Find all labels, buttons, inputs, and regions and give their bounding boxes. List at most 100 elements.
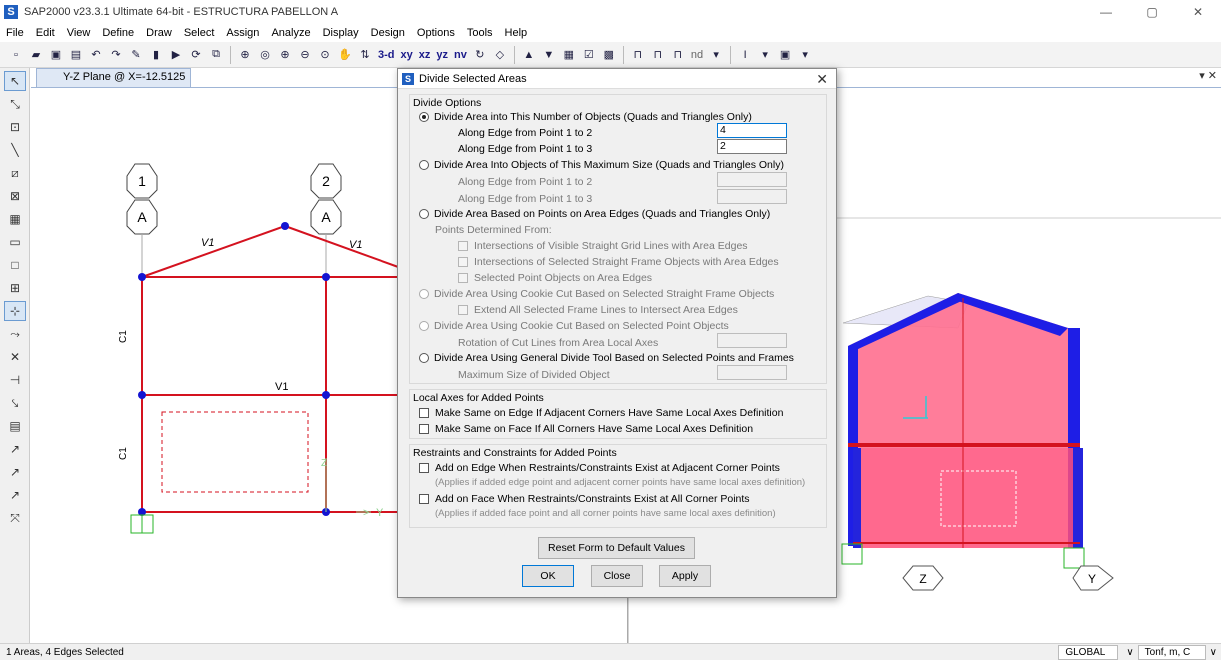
check-row-frame-intersections[interactable]: Intersections of Selected Straight Frame… xyxy=(458,256,779,268)
select-poly-icon[interactable]: ⤳ xyxy=(4,324,26,344)
move-down-icon[interactable]: ▼ xyxy=(541,47,557,63)
select-clr-icon[interactable]: ↗ xyxy=(4,485,26,505)
checkbox-add-edge[interactable] xyxy=(419,463,429,473)
view-3d-button[interactable]: 3-d xyxy=(378,49,395,61)
area-section-icon[interactable]: ▣ xyxy=(777,47,793,63)
view-tab-yz-plane[interactable]: Y-Z Plane @ X=-12.5125 xyxy=(36,68,191,87)
draw-brace-icon[interactable]: ⧄ xyxy=(4,163,26,183)
deselect-icon[interactable]: ▤ xyxy=(4,416,26,436)
coord-system-select[interactable]: GLOBAL xyxy=(1058,645,1119,660)
menu-file[interactable]: File xyxy=(0,27,30,39)
undo-icon[interactable]: ↶ xyxy=(88,47,104,63)
nd-button[interactable]: nd xyxy=(691,49,703,61)
input-max-size-divided[interactable] xyxy=(717,365,787,380)
dialog-close-button[interactable]: ✕ xyxy=(816,71,828,88)
apply-button[interactable]: Apply xyxy=(659,565,711,587)
zoom-previous-icon[interactable]: ◎ xyxy=(257,47,273,63)
check-row-add-edge[interactable]: Add on Edge When Restraints/Constraints … xyxy=(419,462,780,474)
checkbox-same-face[interactable] xyxy=(419,424,429,434)
option-divide-max-size[interactable]: Divide Area Into Objects of This Maximum… xyxy=(419,159,784,171)
reshape-icon[interactable]: ⤡ xyxy=(4,94,26,114)
select-line-icon[interactable]: ⤥ xyxy=(4,393,26,413)
draw-area-icon[interactable]: ▭ xyxy=(4,232,26,252)
dropdown-icon[interactable]: ▾ xyxy=(708,47,724,63)
check-icon[interactable]: ☑ xyxy=(581,47,597,63)
input-rotation-cut-lines[interactable] xyxy=(717,333,787,348)
option-cookie-cut-points[interactable]: Divide Area Using Cookie Cut Based on Se… xyxy=(419,320,729,332)
frame-draw-2-icon[interactable]: ⊓ xyxy=(650,47,666,63)
menu-select[interactable]: Select xyxy=(178,27,221,39)
chevron-down-icon[interactable]: ∨ xyxy=(1126,647,1133,658)
radio-divide-max-size[interactable] xyxy=(419,160,429,170)
zoom-out-icon[interactable]: ⊖ xyxy=(297,47,313,63)
view-close-button[interactable]: ▾ ✕ xyxy=(1199,69,1217,82)
lock-icon[interactable]: ▮ xyxy=(148,47,164,63)
close-button[interactable]: Close xyxy=(591,565,643,587)
zoom-extents-icon[interactable]: ⊙ xyxy=(317,47,333,63)
draw-x-brace-icon[interactable]: ⊠ xyxy=(4,186,26,206)
option-divide-edge-points[interactable]: Divide Area Based on Points on Area Edge… xyxy=(419,208,770,220)
zoom-window-icon[interactable]: ⊕ xyxy=(237,47,253,63)
pan-icon[interactable]: ✋ xyxy=(337,47,353,63)
menu-analyze[interactable]: Analyze xyxy=(265,27,316,39)
radio-general-divide[interactable] xyxy=(419,353,429,363)
snap-icon[interactable]: ⊣ xyxy=(4,370,26,390)
snap-options-icon[interactable]: ⤧ xyxy=(4,508,26,528)
select-all-icon[interactable]: ⊹ xyxy=(4,301,26,321)
redo-icon[interactable]: ↷ xyxy=(108,47,124,63)
check-row-grid-intersections[interactable]: Intersections of Visible Straight Grid L… xyxy=(458,240,748,252)
rotate-view-icon[interactable]: ↻ xyxy=(472,47,488,63)
grid-icon[interactable]: ▦ xyxy=(561,47,577,63)
checkbox-add-face[interactable] xyxy=(419,494,429,504)
section-icon[interactable]: I xyxy=(737,47,753,63)
move-up-icon[interactable]: ▲ xyxy=(521,47,537,63)
menu-define[interactable]: Define xyxy=(96,27,140,39)
draw-point-icon[interactable]: ⊡ xyxy=(4,117,26,137)
frame-draw-3-icon[interactable]: ⊓ xyxy=(670,47,686,63)
menu-help[interactable]: Help xyxy=(499,27,534,39)
draw-grid-icon[interactable]: ▦ xyxy=(4,209,26,229)
radio-cookie-cut-frames[interactable] xyxy=(419,289,429,299)
view-yz-button[interactable]: yz xyxy=(436,49,448,61)
radio-divide-number[interactable] xyxy=(419,112,429,122)
check-row-extend-frames[interactable]: Extend All Selected Frame Lines to Inter… xyxy=(458,304,738,316)
maximize-button[interactable]: ▢ xyxy=(1129,0,1175,24)
pencil-icon[interactable]: ✎ xyxy=(128,47,144,63)
dropdown-icon[interactable]: ▾ xyxy=(757,47,773,63)
frame-draw-icon[interactable]: ⊓ xyxy=(630,47,646,63)
zoom-in-icon[interactable]: ⊕ xyxy=(277,47,293,63)
menu-view[interactable]: View xyxy=(61,27,97,39)
menu-assign[interactable]: Assign xyxy=(220,27,265,39)
menu-options[interactable]: Options xyxy=(411,27,461,39)
checkbox-frame-intersections[interactable] xyxy=(458,257,468,267)
reset-form-button[interactable]: Reset Form to Default Values xyxy=(538,537,695,559)
check-row-add-face[interactable]: Add on Face When Restraints/Constraints … xyxy=(419,493,750,505)
pointer-icon[interactable]: ↖ xyxy=(4,71,26,91)
input-opt1-edge12[interactable]: 4 xyxy=(717,123,787,138)
rotate-icon[interactable]: ⇅ xyxy=(357,47,373,63)
minimize-button[interactable]: — xyxy=(1083,0,1129,24)
draw-frame-icon[interactable]: ╲ xyxy=(4,140,26,160)
input-opt2-edge13[interactable] xyxy=(717,189,787,204)
close-window-button[interactable]: ✕ xyxy=(1175,0,1221,24)
view-xy-button[interactable]: xy xyxy=(401,49,413,61)
intersect-icon[interactable]: ✕ xyxy=(4,347,26,367)
menu-design[interactable]: Design xyxy=(365,27,411,39)
option-cookie-cut-frames[interactable]: Divide Area Using Cookie Cut Based on Se… xyxy=(419,288,774,300)
checkbox-same-edge[interactable] xyxy=(419,408,429,418)
menu-display[interactable]: Display xyxy=(317,27,365,39)
draw-rect-area-icon[interactable]: □ xyxy=(4,255,26,275)
dropdown-icon[interactable]: ▾ xyxy=(797,47,813,63)
radio-divide-edge-points[interactable] xyxy=(419,209,429,219)
new-model-icon[interactable]: ▫ xyxy=(8,47,24,63)
check-row-same-edge[interactable]: Make Same on Edge If Adjacent Corners Ha… xyxy=(419,407,783,419)
view-nv-button[interactable]: nv xyxy=(454,49,467,61)
perspective-icon[interactable]: ◇ xyxy=(492,47,508,63)
select-all-arrow-icon[interactable]: ↗ xyxy=(4,439,26,459)
select-ps-icon[interactable]: ↗ xyxy=(4,462,26,482)
option-divide-number[interactable]: Divide Area into This Number of Objects … xyxy=(419,111,752,123)
radio-cookie-cut-points[interactable] xyxy=(419,321,429,331)
draw-quick-area-icon[interactable]: ⊞ xyxy=(4,278,26,298)
run-analysis-icon[interactable]: ▶ xyxy=(168,47,184,63)
checkbox-grid-intersections[interactable] xyxy=(458,241,468,251)
